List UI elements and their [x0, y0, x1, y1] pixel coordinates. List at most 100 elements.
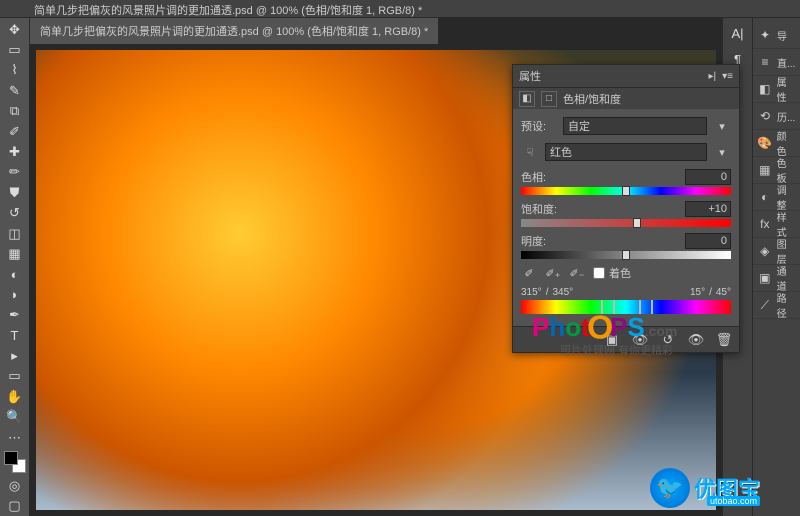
- range-right-outer: 45°: [716, 287, 731, 298]
- panel-tab-color[interactable]: 🎨颜色: [753, 130, 800, 157]
- gradient-tool[interactable]: ▦: [3, 244, 27, 263]
- colorize-label: 着色: [609, 265, 631, 281]
- panel-label: 路径: [777, 290, 796, 320]
- properties-icon: ◧: [757, 81, 773, 97]
- preset-row: 预设: 自定 ▾: [521, 117, 731, 135]
- delete-icon[interactable]: 🗑: [715, 331, 733, 349]
- histogram-icon: ≡: [757, 54, 773, 70]
- brush-tool[interactable]: ✏: [3, 163, 27, 182]
- saturation-label: 饱和度:: [521, 201, 685, 217]
- move-tool[interactable]: ✥: [3, 20, 27, 39]
- quick-mask-toggle[interactable]: ◎: [3, 476, 27, 495]
- layers-icon: ◈: [757, 243, 773, 259]
- panel-tab-histogram[interactable]: ≡直...: [753, 49, 800, 76]
- range-left-inner: 315°: [521, 287, 542, 298]
- blur-tool[interactable]: ◐: [3, 265, 27, 284]
- char-panel-icon[interactable]: A|: [727, 22, 749, 44]
- range-right-inner: 15°: [690, 287, 705, 298]
- document-tab[interactable]: 简单几步把偏灰的风景照片调的更加通透.psd @ 100% (色相/饱和度 1,…: [30, 18, 439, 44]
- foreground-background-color[interactable]: [3, 448, 27, 475]
- bird-icon: 🐦: [650, 468, 690, 508]
- preset-menu-icon[interactable]: ▾: [713, 117, 731, 135]
- eyedropper-tool[interactable]: ✐: [3, 122, 27, 141]
- panel-tab-navigator[interactable]: ✦导: [753, 22, 800, 49]
- adjustments-icon: ◐: [757, 189, 773, 205]
- lightness-slider[interactable]: [521, 251, 731, 259]
- properties-panel-header[interactable]: 属性 ▸| ▾≡: [513, 65, 739, 87]
- panel-tab-styles[interactable]: fx样式: [753, 211, 800, 238]
- tools-panel: ✥ ▭ ⌇ ✎ ⧉ ✐ ✚ ✏ ⛊ ↺ ◫ ▦ ◐ ◗ ✒ T ▸ ▭ ✋ 🔍 …: [0, 18, 30, 516]
- panel-label: 调整: [777, 182, 796, 212]
- zoom-tool[interactable]: 🔍: [3, 407, 27, 426]
- type-tool[interactable]: T: [3, 326, 27, 345]
- hue-label: 色相:: [521, 169, 685, 185]
- dodge-tool[interactable]: ◗: [3, 285, 27, 304]
- hue-slider-thumb[interactable]: [622, 186, 630, 196]
- channels-icon: ▣: [757, 270, 773, 286]
- hue-range-labels: 315° / 345° 15° / 45°: [521, 287, 731, 298]
- saturation-slider-thumb[interactable]: [633, 218, 641, 228]
- styles-icon: fx: [757, 216, 773, 232]
- healing-tool[interactable]: ✚: [3, 142, 27, 161]
- lightness-value-input[interactable]: 0: [685, 233, 731, 249]
- panel-label: 样式: [777, 209, 796, 239]
- edit-toolbar[interactable]: ⋯: [3, 428, 27, 447]
- targeted-adjust-icon[interactable]: ☟: [521, 143, 539, 161]
- panel-tab-properties[interactable]: ◧属性: [753, 76, 800, 103]
- toggle-visibility-icon[interactable]: 👁: [687, 331, 705, 349]
- right-panel-dock: ✦导 ≡直... ◧属性 ⟲历... 🎨颜色 ▦色板 ◐调整 fx样式 ◈图层 …: [752, 18, 800, 516]
- eyedropper-icon[interactable]: ✐: [521, 265, 537, 281]
- channel-menu-icon[interactable]: ▾: [713, 143, 731, 161]
- lightness-slider-group: 明度: 0: [521, 233, 731, 259]
- pen-tool[interactable]: ✒: [3, 305, 27, 324]
- panel-tab-paths[interactable]: ⟋路径: [753, 292, 800, 319]
- colorize-checkbox[interactable]: [593, 267, 605, 279]
- lightness-slider-thumb[interactable]: [622, 250, 630, 260]
- hue-value-input[interactable]: 0: [685, 169, 731, 185]
- adjustment-thumb-icon[interactable]: ◧: [519, 91, 535, 107]
- watermark-photops-sub: 照片处理网 有你更精彩: [560, 342, 673, 358]
- eraser-tool[interactable]: ◫: [3, 224, 27, 243]
- panel-menu-icon[interactable]: ▾≡: [722, 71, 733, 82]
- lightness-label: 明度:: [521, 233, 685, 249]
- screen-mode[interactable]: ▢: [3, 497, 27, 516]
- channel-row: ☟ 红色 ▾: [521, 143, 731, 161]
- panel-tab-channels[interactable]: ▣通道: [753, 265, 800, 292]
- quick-select-tool[interactable]: ✎: [3, 81, 27, 100]
- stamp-tool[interactable]: ⛊: [3, 183, 27, 202]
- panel-label: 导: [777, 28, 787, 43]
- properties-body: 预设: 自定 ▾ ☟ 红色 ▾ 色相: 0 饱和度: +10: [513, 109, 739, 326]
- panel-label: 通道: [777, 263, 796, 293]
- channel-dropdown[interactable]: 红色: [545, 143, 707, 161]
- path-select-tool[interactable]: ▸: [3, 346, 27, 365]
- properties-panel: 属性 ▸| ▾≡ ◧ □ 色相/饱和度 预设: 自定 ▾ ☟ 红色 ▾ 色相: …: [512, 64, 740, 353]
- saturation-slider[interactable]: [521, 219, 731, 227]
- panel-tab-swatches[interactable]: ▦色板: [753, 157, 800, 184]
- hue-slider[interactable]: [521, 187, 731, 195]
- saturation-slider-group: 饱和度: +10: [521, 201, 731, 227]
- hue-slider-group: 色相: 0: [521, 169, 731, 195]
- panel-tab-history[interactable]: ⟲历...: [753, 103, 800, 130]
- panel-label: 属性: [777, 74, 796, 104]
- shape-tool[interactable]: ▭: [3, 367, 27, 386]
- panel-label: 色板: [777, 155, 796, 185]
- crop-tool[interactable]: ⧉: [3, 102, 27, 121]
- saturation-value-input[interactable]: +10: [685, 201, 731, 217]
- collapse-arrow-icon[interactable]: ▸|: [709, 71, 717, 82]
- adjustment-name: 色相/饱和度: [563, 91, 621, 107]
- hand-tool[interactable]: ✋: [3, 387, 27, 406]
- range-left-outer: 345°: [552, 287, 573, 298]
- mask-thumb-icon[interactable]: □: [541, 91, 557, 107]
- panel-tab-adjustments[interactable]: ◐调整: [753, 184, 800, 211]
- eyedropper-sub-icon[interactable]: ✐₋: [569, 265, 585, 281]
- adjustment-type-row: ◧ □ 色相/饱和度: [513, 87, 739, 109]
- history-brush-tool[interactable]: ↺: [3, 204, 27, 223]
- eyedropper-add-icon[interactable]: ✐₊: [545, 265, 561, 281]
- colorize-checkbox-row: 着色: [593, 265, 631, 281]
- lasso-tool[interactable]: ⌇: [3, 61, 27, 80]
- watermark-photops: PhotOPS.com: [532, 312, 677, 343]
- marquee-tool[interactable]: ▭: [3, 40, 27, 59]
- panel-tab-layers[interactable]: ◈图层: [753, 238, 800, 265]
- preset-dropdown[interactable]: 自定: [563, 117, 707, 135]
- title-bar: 简单几步把偏灰的风景照片调的更加通透.psd @ 100% (色相/饱和度 1,…: [0, 0, 800, 18]
